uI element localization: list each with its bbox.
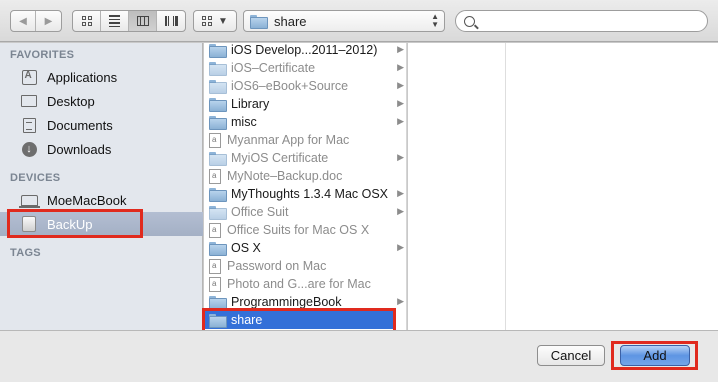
folder-icon [209,116,227,130]
documents-icon [22,117,36,133]
list-item-password-on-mac[interactable]: Password on Mac [204,257,407,275]
laptop-icon [18,194,40,208]
chevron-right-icon: ▶ [397,44,404,54]
list-item-photo-and-g[interactable]: Photo and G...are for Mac [204,275,407,293]
folder-icon [209,296,227,310]
sidebar-item-label: MoeMacBook [47,192,127,208]
highlight-box [7,209,143,238]
document-icon [209,276,221,292]
chevron-right-icon: ▶ [397,62,404,72]
chevron-right-icon: ▶ [397,98,404,108]
back-button[interactable]: ◀ [11,11,36,31]
icon-view-button[interactable] [73,11,101,31]
cover-flow-button[interactable] [157,11,185,31]
list-item-os-x[interactable]: OS X ▶ [204,239,407,257]
list-item-mynote-backup[interactable]: MyNote–Backup.doc [204,167,407,185]
sidebar-item-desktop[interactable]: Desktop [0,89,203,113]
chevron-down-icon: ▼ [218,15,228,27]
location-popup[interactable]: share ▲ ▼ [243,10,445,32]
chevron-left-icon: ◀ [19,15,27,27]
sidebar-item-downloads[interactable]: ↓ Downloads [0,137,203,161]
column-divider [505,43,506,330]
chevron-right-icon: ▶ [397,296,404,306]
folder-icon [209,206,227,220]
toolbar: ◀ ▶ ▼ share ▲ ▼ [0,0,718,42]
list-item-mythoughts[interactable]: MyThoughts 1.3.4 Mac OSX ▶ [204,185,407,203]
forward-button[interactable]: ▶ [36,11,61,31]
updown-arrows-icon: ▲ ▼ [431,12,439,29]
cancel-button[interactable]: Cancel [537,345,605,366]
chevron-right-icon: ▶ [397,80,404,90]
chevron-right-icon: ▶ [397,116,404,126]
applications-icon [21,69,37,85]
navigation-buttons: ◀ ▶ [10,10,62,32]
sidebar-item-label: Downloads [47,141,112,157]
favorites-heading: FAVORITES [10,49,75,61]
desktop-icon [21,95,37,107]
folder-icon [209,242,227,256]
file-column: iOS Develop...2011–2012) ▶ iOS–Certifica… [202,41,407,333]
sidebar: FAVORITES Applications Desktop Documents… [0,43,203,330]
sidebar-item-label: Desktop [47,93,95,109]
list-item-office-suit[interactable]: Office Suit ▶ [204,203,407,221]
column-view-icon [136,16,149,26]
arrange-button[interactable]: ▼ [193,10,237,32]
arrange-icon [202,16,213,26]
chevron-right-icon: ▶ [44,15,53,27]
list-item-myanmar-app[interactable]: Myanmar App for Mac [204,131,407,149]
list-item-office-suits-mac[interactable]: Office Suits for Mac OS X [204,221,407,239]
view-mode-buttons [72,10,186,32]
document-icon [209,222,221,238]
devices-heading: DEVICES [10,172,61,184]
tags-heading: TAGS [10,247,41,259]
folder-icon [209,44,227,58]
list-item-library[interactable]: Library ▶ [204,95,407,113]
location-label: share [274,13,307,29]
list-item-ios-certificate[interactable]: iOS–Certificate ▶ [204,59,407,77]
search-field[interactable] [455,10,708,32]
sidebar-item-label: Documents [47,117,113,133]
document-icon [209,258,221,274]
icon-view-icon [81,16,92,26]
document-icon [209,168,221,184]
list-item-ios-develop[interactable]: iOS Develop...2011–2012) ▶ [204,41,407,59]
cover-flow-icon [164,16,178,26]
folder-icon [209,152,227,166]
folder-icon [209,188,227,202]
folder-icon [209,98,227,112]
sidebar-item-documents[interactable]: Documents [0,113,203,137]
list-item-misc[interactable]: misc ▶ [204,113,407,131]
dialog-footer: Cancel Add [0,330,718,382]
downloads-icon: ↓ [21,141,37,157]
search-icon [464,15,475,27]
chevron-right-icon: ▶ [397,152,404,162]
list-item-myios-certificate[interactable]: MyiOS Certificate ▶ [204,149,407,167]
search-input[interactable] [481,14,701,28]
folder-icon [209,80,227,94]
folder-icon [209,62,227,76]
sidebar-item-applications[interactable]: Applications [0,65,203,89]
column-view-button[interactable] [129,11,157,31]
document-icon [209,132,221,148]
list-view-button[interactable] [101,11,129,31]
empty-column [408,43,718,330]
folder-icon [250,15,268,29]
chevron-right-icon: ▶ [397,242,404,252]
list-item-ios6-ebook[interactable]: iOS6–eBook+Source ▶ [204,77,407,95]
chevron-right-icon: ▶ [397,188,404,198]
chevron-right-icon: ▶ [397,206,404,216]
list-view-icon [109,15,120,27]
highlight-box [611,341,698,370]
sidebar-item-label: Applications [47,69,118,85]
